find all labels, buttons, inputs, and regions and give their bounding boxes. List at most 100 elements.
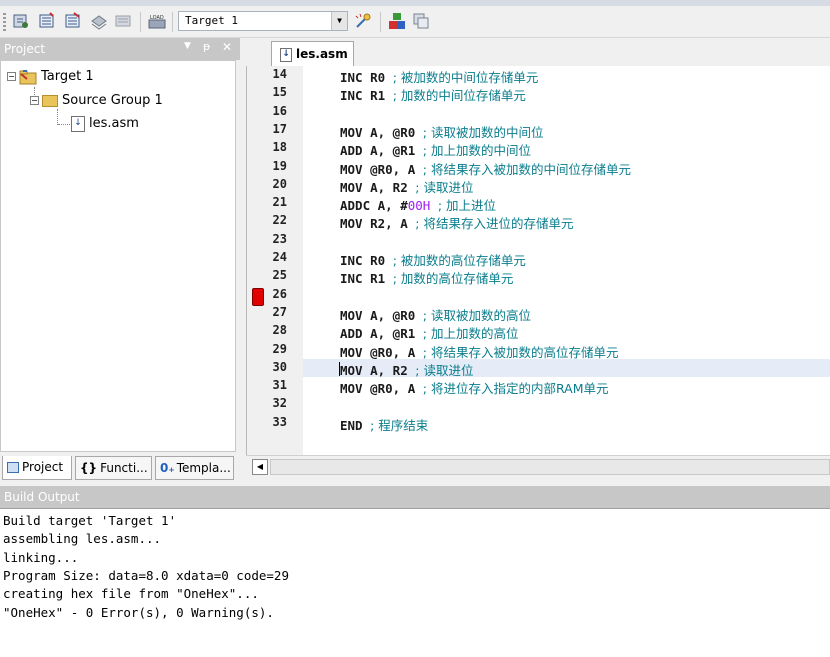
- tab-functions[interactable]: {} Functi...: [75, 456, 152, 480]
- code-line[interactable]: MOV A, R2 ; 读取进位: [340, 360, 473, 379]
- code-comment: ; 被加数的高位存储单元: [392, 253, 526, 268]
- line-number: 29: [272, 341, 287, 356]
- line-number: 32: [272, 396, 287, 411]
- folder-icon: [42, 94, 58, 107]
- tree-item-file[interactable]: ↓ les.asm: [71, 114, 139, 134]
- rebuild-icon[interactable]: [64, 12, 82, 30]
- build-output-title: Build Output: [0, 486, 830, 508]
- code-instruction: MOV A, @R0: [340, 124, 423, 140]
- line-number: 30: [272, 359, 287, 374]
- target-options-icon[interactable]: [354, 12, 372, 30]
- tree-item-source-group[interactable]: − Source Group 1: [30, 91, 163, 111]
- scroll-track[interactable]: [270, 459, 830, 475]
- code-comment: ; 程序结束: [370, 417, 429, 433]
- chevron-down-icon[interactable]: ▼: [331, 12, 347, 30]
- line-number: 16: [272, 103, 287, 118]
- line-number: 22: [272, 213, 287, 228]
- select-packs-icon[interactable]: [412, 12, 430, 30]
- scroll-left-icon[interactable]: ◀: [252, 459, 268, 475]
- pin-icon[interactable]: ᵽ: [203, 40, 210, 53]
- code-comment: ; 读取被加数的中间位: [422, 124, 544, 140]
- code-instruction: INC R1: [340, 271, 393, 287]
- tab-project-label: Project: [22, 460, 64, 474]
- code-line[interactable]: MOV R2, A ; 将结果存入进位的存储单元: [340, 213, 573, 232]
- code-instruction: INC R1: [340, 88, 393, 104]
- batch-build-icon[interactable]: [90, 12, 108, 30]
- line-number: 24: [272, 250, 287, 264]
- stop-build-icon[interactable]: [114, 12, 132, 30]
- line-number: 20: [272, 176, 287, 191]
- code-line[interactable]: INC R0 ; 被加数的高位存储单元: [340, 250, 526, 269]
- template-icon: 0₊: [160, 461, 175, 475]
- code-comment: ; 读取进位: [415, 179, 474, 195]
- code-comment: ; 将结果存入被加数的高位存储单元: [422, 344, 619, 360]
- editor-tab-bar: ↓ les.asm: [246, 38, 830, 66]
- code-instruction: MOV A, R2: [340, 362, 416, 378]
- line-number: 31: [272, 378, 287, 393]
- line-number: 21: [272, 195, 287, 210]
- code-line[interactable]: ADDC A, #00H ; 加上进位: [340, 195, 496, 214]
- line-number: 27: [272, 304, 287, 319]
- tab-les-asm[interactable]: ↓ les.asm: [271, 41, 354, 66]
- line-number: 33: [272, 414, 287, 429]
- code-instruction: MOV R2, A: [340, 216, 416, 232]
- code-line[interactable]: MOV @R0, A ; 将进位存入指定的内部RAM单元: [340, 378, 609, 397]
- breakpoint-icon[interactable]: [252, 287, 264, 306]
- build-icon[interactable]: [38, 12, 56, 30]
- load-icon[interactable]: LOAD: [148, 12, 166, 30]
- code-instruction: MOV @R0, A: [340, 381, 423, 397]
- panel-menu-icon[interactable]: ▼: [184, 41, 191, 51]
- code-line[interactable]: INC R1 ; 加数的高位存储单元: [340, 268, 513, 287]
- build-output-line: Build target 'Target 1': [3, 513, 177, 528]
- tree-item-target-label: Target 1: [41, 69, 94, 84]
- target-select[interactable]: Target 1 ▼: [178, 11, 348, 31]
- build-output-line: creating hex file from "OneHex"...: [3, 586, 259, 602]
- code-comment: ; 读取被加数的高位: [422, 307, 531, 323]
- collapse-icon[interactable]: −: [30, 96, 39, 105]
- code-line[interactable]: INC R1 ; 加数的中间位存储单元: [340, 85, 526, 104]
- code-instruction: MOV @R0, A: [340, 161, 423, 177]
- code-line[interactable]: MOV A, R2 ; 读取进位: [340, 177, 473, 196]
- line-number: 25: [272, 268, 287, 283]
- code-instruction: END: [340, 417, 371, 433]
- line-number: 14: [272, 67, 287, 81]
- build-output-title-text: Build Output: [4, 490, 80, 504]
- tab-project[interactable]: Project: [2, 456, 72, 480]
- code-line[interactable]: END ; 程序结束: [340, 415, 428, 434]
- code-instruction: INC R0: [340, 253, 393, 268]
- horizontal-scrollbar[interactable]: ◀: [246, 455, 830, 477]
- code-line[interactable]: ADD A, @R1 ; 加上加数的高位: [340, 323, 518, 342]
- code-line[interactable]: MOV @R0, A ; 将结果存入被加数的中间位存储单元: [340, 159, 631, 178]
- code-instruction: MOV @R0, A: [340, 344, 423, 360]
- code-line[interactable]: ADD A, @R1 ; 加上加数的中间位: [340, 140, 531, 159]
- close-icon[interactable]: ✕: [222, 40, 232, 54]
- collapse-icon[interactable]: −: [7, 72, 16, 81]
- tree-item-target[interactable]: − Target 1: [7, 67, 94, 87]
- main-toolbar: LOAD Target 1 ▼: [0, 0, 830, 38]
- toolbar-separator: [140, 12, 141, 32]
- line-number: 15: [272, 85, 287, 100]
- braces-icon: {}: [80, 461, 98, 475]
- code-line[interactable]: MOV A, @R0 ; 读取被加数的中间位: [340, 122, 543, 141]
- tree-line: [58, 124, 70, 125]
- project-tab-icon: [7, 462, 19, 473]
- code-editor[interactable]: 14 INC R0 ; 被加数的中间位存储单元 15 INC R1 ; 加数的中间位存…: [246, 66, 830, 455]
- tab-templates[interactable]: 0₊ Templa...: [155, 456, 234, 480]
- build-output-line: assembling les.asm...: [3, 531, 162, 547]
- code-instruction: ADDC A, #: [340, 198, 408, 214]
- tab-les-asm-label: les.asm: [296, 47, 348, 61]
- project-panel-tabs: Project {} Functi... 0₊ Templa...: [0, 455, 240, 482]
- code-line[interactable]: MOV @R0, A ; 将结果存入被加数的高位存储单元: [340, 342, 618, 361]
- code-line[interactable]: MOV A, @R0 ; 读取被加数的高位: [340, 305, 531, 324]
- build-output-pane[interactable]: Build target 'Target 1' assembling les.as…: [0, 508, 830, 657]
- line-number: 17: [272, 121, 287, 136]
- code-instruction: MOV A, @R0: [340, 307, 423, 323]
- manage-components-icon[interactable]: [388, 12, 406, 30]
- code-comment: ; 被加数的中间位存储单元: [392, 70, 539, 85]
- code-line[interactable]: INC R0 ; 被加数的中间位存储单元: [340, 67, 538, 86]
- load-label: LOAD: [150, 15, 164, 21]
- tree-item-source-group-label: Source Group 1: [62, 93, 163, 108]
- toolbar-grip[interactable]: [3, 13, 6, 31]
- translate-icon[interactable]: [12, 12, 30, 30]
- build-output-line: "OneHex" - 0 Error(s), 0 Warning(s).: [3, 604, 274, 620]
